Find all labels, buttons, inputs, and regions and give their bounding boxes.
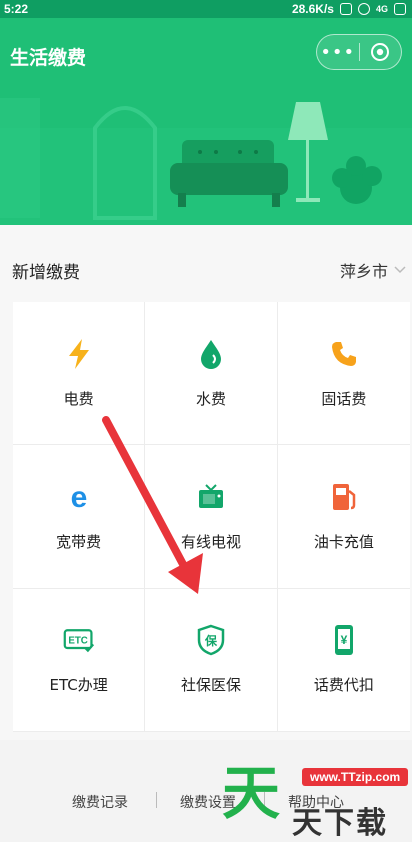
city-label: 萍乡市: [339, 262, 388, 281]
status-time: 5:22: [4, 2, 29, 16]
service-landline[interactable]: 固话费: [277, 302, 410, 446]
service-label: 宽带费: [56, 532, 102, 551]
water-drop-icon: [195, 338, 227, 370]
service-label: 社保医保: [180, 676, 241, 695]
service-cable-tv[interactable]: 有线电视: [145, 445, 278, 589]
watermark-main: 天: [222, 759, 281, 827]
mute-icon: [339, 3, 352, 15]
fuel-pump-icon: [328, 481, 360, 513]
service-water[interactable]: 水费: [145, 302, 278, 446]
service-phone-autopay[interactable]: ¥ 话费代扣: [277, 589, 410, 732]
service-label: 水费: [195, 389, 226, 408]
watermark-url: www.TTzip.com: [302, 768, 409, 786]
browser-e-icon: e: [63, 481, 95, 513]
payment-records-link[interactable]: 缴费记录: [72, 792, 128, 812]
watermark-text: 天下载: [292, 806, 388, 841]
alarm-icon: [357, 3, 370, 15]
service-broadband[interactable]: e 宽带费: [13, 445, 146, 589]
lightning-icon: [63, 338, 95, 370]
service-label: 话费代扣: [313, 676, 374, 695]
header-banner: 生活缴费 •••: [0, 18, 412, 225]
svg-text:ETC: ETC: [68, 636, 88, 647]
service-label: 固话费: [321, 389, 367, 408]
tv-icon: [195, 481, 227, 513]
status-right: 28.6K/s 4G: [292, 2, 406, 16]
mini-program-capsule: •••: [316, 34, 402, 70]
service-fuel-card[interactable]: 油卡充值: [277, 445, 410, 589]
insurance-shield-icon: 保: [195, 624, 227, 656]
svg-text:e: e: [70, 482, 87, 512]
network-type: 4G: [375, 4, 388, 14]
chevron-down-icon: [394, 266, 406, 274]
service-grid: 电费 水费 固话费 e 宽带费 有线电视 油卡充值 ETC ETC办理 保 社保…: [13, 302, 410, 732]
footer-divider: [156, 792, 157, 808]
target-icon[interactable]: [359, 42, 401, 62]
watermark: 天 www.TTzip.com 天下载: [222, 759, 412, 841]
section-title: 新增缴费: [12, 263, 80, 283]
service-label: 有线电视: [180, 532, 241, 551]
service-social-insurance[interactable]: 保 社保医保: [145, 588, 278, 732]
city-selector[interactable]: 萍乡市: [340, 258, 406, 282]
etc-icon: ETC: [63, 624, 95, 656]
svg-text:保: 保: [204, 633, 218, 648]
phone-icon: [328, 338, 360, 370]
page-title: 生活缴费: [10, 47, 87, 69]
network-speed: 28.6K/s: [291, 2, 334, 16]
status-bar: 5:22 28.6K/s 4G: [0, 0, 412, 18]
service-label: ETC办理: [49, 676, 108, 695]
service-electricity[interactable]: 电费: [13, 302, 146, 446]
service-label: 油卡充值: [313, 532, 374, 551]
service-etc[interactable]: ETC ETC办理: [13, 588, 146, 732]
battery-icon: [394, 3, 406, 15]
more-dots-icon[interactable]: •••: [317, 42, 359, 63]
mobile-yuan-icon: ¥: [328, 624, 360, 656]
service-label: 电费: [63, 389, 94, 408]
svg-text:¥: ¥: [340, 633, 347, 647]
